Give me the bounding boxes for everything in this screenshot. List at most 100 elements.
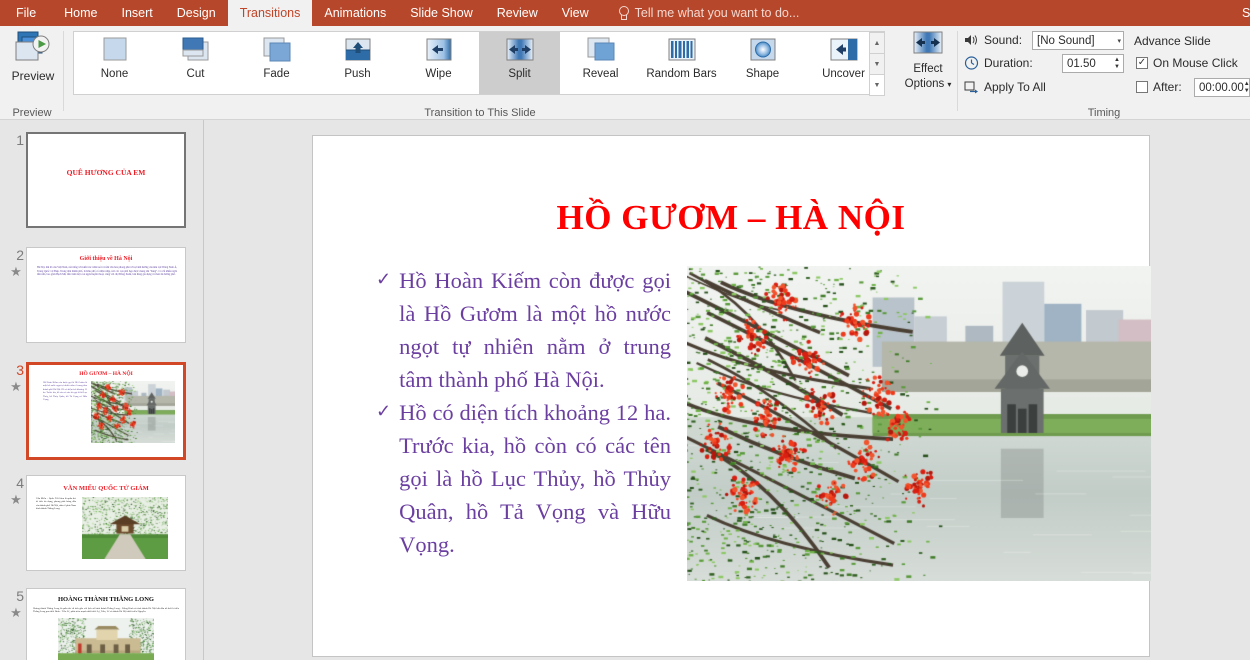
slide-bullet-text: Hồ Hoàn Kiếm còn được gọi là Hồ Gươm là … [399, 268, 671, 392]
checkmark-bullet-icon: ✓ [376, 401, 392, 421]
chevron-down-icon: ▾ [1117, 37, 1121, 45]
tab-review[interactable]: Review [485, 0, 550, 26]
thumbnail-row-3[interactable]: 3 ★ HỒ GƯƠM – HÀ NỘI Hồ Hoàn Kiếm còn đư… [0, 362, 203, 462]
thumbnail-row-1[interactable]: 1 QUÊ HƯƠNG CỦA EM [0, 132, 203, 230]
group-separator [63, 31, 64, 111]
tab-slide-show[interactable]: Slide Show [398, 0, 485, 26]
slide-bullet-text: Hồ có diện tích khoảng 12 ha. Trước kia,… [399, 400, 671, 557]
transition-fade-icon [260, 37, 294, 65]
thumbnail-row-2[interactable]: 2 ★ Giới thiệu về Hà Nội Hà Nội, thủ đô … [0, 247, 203, 345]
transition-label: Cut [186, 68, 205, 80]
thumbnail-body: Hồ Hoàn Kiếm còn được gọi là Hồ Gươm là … [43, 381, 87, 402]
split-arrows-icon [911, 30, 945, 61]
group-label-timing: Timing [1087, 107, 1121, 119]
duration-spinner[interactable]: 01.50 ▲ ▼ [1062, 54, 1124, 73]
advance-slide-label: Advance Slide [1134, 34, 1211, 48]
after-spinner-buttons[interactable]: ▲ ▼ [1244, 79, 1250, 96]
transition-gallery[interactable]: None Cut Fade Push Wipe Split Reveal Ran… [73, 31, 885, 96]
tab-insert[interactable]: Insert [110, 0, 165, 26]
slide-title[interactable]: HỒ GƯƠM – HÀ NỘI [353, 198, 1109, 238]
tab-design[interactable]: Design [165, 0, 228, 26]
sound-select[interactable]: [No Sound] ▾ [1032, 31, 1124, 50]
gallery-scroll-down-button[interactable]: ▼ [869, 53, 885, 75]
transition-item-none[interactable]: None [74, 32, 155, 94]
apply-to-all-label: Apply To All [984, 80, 1046, 94]
thumbnail-number: 5 [16, 588, 24, 604]
animation-star-icon[interactable]: ★ [8, 265, 24, 278]
transition-item-reveal[interactable]: Reveal [560, 32, 641, 94]
current-slide[interactable]: HỒ GƯƠM – HÀ NỘI ✓ Hồ Hoàn Kiếm còn được… [312, 135, 1151, 657]
group-label-transition-to-this-slide: Transition to This Slide [424, 107, 536, 119]
thumbnail-slide-4[interactable]: VĂN MIẾU QUỐC TỬ GIÁM Văn Miếu – Quốc Tử… [26, 475, 186, 571]
transition-item-split[interactable]: Split [479, 32, 560, 94]
transition-label: Split [508, 68, 531, 80]
thumbnail-photo [82, 497, 168, 559]
tab-home[interactable]: Home [52, 0, 109, 26]
effect-options-button[interactable]: Effect Options ▾ [900, 30, 956, 104]
slide-thumbnail-pane[interactable]: 1 QUÊ HƯƠNG CỦA EM 2 ★ Giới thiệu về Hà … [0, 120, 203, 660]
gallery-scroll-up-button[interactable]: ▲ [869, 32, 885, 54]
after-checkbox[interactable]: After: [1136, 80, 1182, 94]
effect-options-line1: Effect [913, 63, 943, 75]
transition-label: Wipe [425, 68, 452, 80]
transition-cut-icon [179, 37, 213, 65]
gallery-scroll-buttons[interactable]: ▲ ▼ ▼ [869, 32, 885, 96]
preview-play-icon [13, 30, 53, 66]
transition-item-wipe[interactable]: Wipe [398, 32, 479, 94]
tab-file[interactable]: File [0, 0, 52, 26]
transition-none-icon [98, 37, 132, 65]
animation-star-icon[interactable]: ★ [8, 380, 24, 393]
slide-photo[interactable] [687, 266, 1151, 581]
apply-to-all-button[interactable]: Apply To All [964, 80, 1046, 94]
tab-animations[interactable]: Animations [312, 0, 398, 26]
thumbnail-row-4[interactable]: 4 ★ VĂN MIẾU QUỐC TỬ GIÁM Văn Miếu – Quố… [0, 475, 203, 573]
duration-spinner-buttons[interactable]: ▲ ▼ [1111, 55, 1123, 72]
transition-shape-icon [746, 37, 780, 65]
spinner-up-icon[interactable]: ▲ [1244, 81, 1250, 88]
tab-view[interactable]: View [550, 0, 601, 26]
speaker-icon [964, 33, 979, 47]
transition-item-random-bars[interactable]: Random Bars [641, 32, 722, 94]
transition-reveal-icon [584, 37, 618, 65]
lightbulb-icon [617, 6, 629, 20]
thumbnail-title: HOÀNG THÀNH THĂNG LONG [57, 596, 154, 603]
spinner-down-icon[interactable]: ▼ [1114, 64, 1120, 71]
transition-item-fade[interactable]: Fade [236, 32, 317, 94]
sign-in-partial[interactable]: S [1242, 0, 1250, 26]
thumbnail-title: HỒ GƯƠM – HÀ NỘI [79, 371, 133, 377]
transition-split-icon [503, 37, 537, 65]
tell-me-label: Tell me what you want to do... [634, 6, 800, 20]
transition-uncover-icon [827, 37, 861, 65]
spinner-up-icon[interactable]: ▲ [1114, 57, 1120, 64]
thumbnail-slide-1[interactable]: QUÊ HƯƠNG CỦA EM [26, 132, 186, 228]
on-mouse-click-checkbox[interactable]: ✓ On Mouse Click [1136, 56, 1238, 70]
transition-random-bars-icon [665, 37, 699, 65]
transition-item-push[interactable]: Push [317, 32, 398, 94]
transition-label: Fade [263, 68, 290, 80]
thumbnail-title: Giới thiệu về Hà Nội [79, 256, 133, 262]
thumbnail-slide-5[interactable]: HOÀNG THÀNH THĂNG LONG Hoàng thành Thăng… [26, 588, 186, 660]
gallery-more-button[interactable]: ▼ [869, 74, 885, 96]
tab-transitions[interactable]: Transitions [227, 0, 313, 26]
chevron-down-icon: ▾ [947, 80, 952, 89]
thumbnail-number: 3 [16, 362, 24, 378]
duration-value: 01.50 [1067, 57, 1096, 70]
spinner-down-icon[interactable]: ▼ [1244, 88, 1250, 95]
preview-button[interactable]: Preview [8, 30, 58, 94]
thumbnail-body: Hà Nội, thủ đô của Việt Nam, nổi tiếng v… [37, 266, 177, 277]
thumbnail-number: 4 [16, 475, 24, 491]
ribbon-tab-bar: File Home Insert Design Transitions Anim… [0, 0, 1250, 26]
sound-row: Sound: [964, 33, 1022, 47]
animation-star-icon[interactable]: ★ [8, 493, 24, 506]
after-value: 00:00.00 [1199, 81, 1244, 94]
thumbnail-slide-2[interactable]: Giới thiệu về Hà Nội Hà Nội, thủ đô của … [26, 247, 186, 343]
slide-body-placeholder[interactable]: ✓ Hồ Hoàn Kiếm còn được gọi là Hồ Gươm l… [376, 264, 671, 561]
transition-item-shape[interactable]: Shape [722, 32, 803, 94]
after-time-spinner[interactable]: 00:00.00 ▲ ▼ [1194, 78, 1250, 97]
animation-star-icon[interactable]: ★ [8, 606, 24, 619]
transition-label: Push [344, 68, 371, 80]
thumbnail-row-5[interactable]: 5 ★ HOÀNG THÀNH THĂNG LONG Hoàng thành T… [0, 588, 203, 660]
transition-item-cut[interactable]: Cut [155, 32, 236, 94]
thumbnail-slide-3[interactable]: HỒ GƯƠM – HÀ NỘI Hồ Hoàn Kiếm còn được g… [26, 362, 186, 460]
tell-me-box[interactable]: Tell me what you want to do... [617, 0, 800, 26]
